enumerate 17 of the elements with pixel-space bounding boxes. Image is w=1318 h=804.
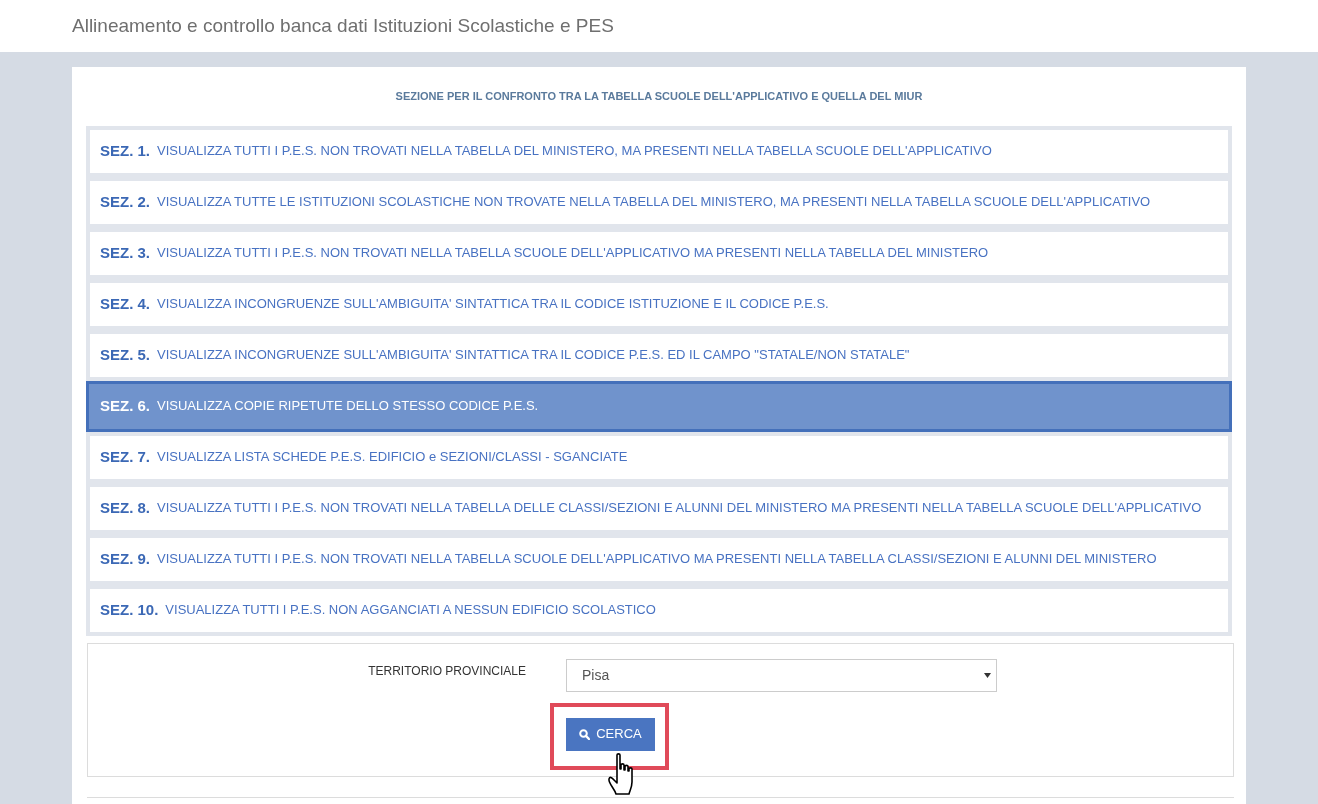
section-item[interactable]: SEZ. 9. VISUALIZZA TUTTI I P.E.S. NON TROVATI NELLA TABELLA SCUOLE DELL'APPLICATIVO MA PRESENTI NELLA TABELLA CLASSI/SEZIONI E ALUNNI DEL MINISTERO [90, 537, 1228, 581]
section-item[interactable]: SEZ. 6. VISUALIZZA COPIE RIPETUTE DELLO STESSO CODICE P.E.S. [86, 380, 1232, 432]
section-item[interactable]: SEZ. 3. VISUALIZZA TUTTI I P.E.S. NON TROVATI NELLA TABELLA SCUOLE DELL'APPLICATIVO MA PRESENTI NELLA TABELLA DEL MINISTERO [90, 231, 1228, 275]
section-item[interactable]: SEZ. 2. VISUALIZZA TUTTE LE ISTITUZIONI SCOLASTICHE NON TROVATE NELLA TABELLA DEL MINISTERO, MA PRESENTI NELLA TABELLA SCUOLE DELL'APPLICATIVO [90, 180, 1228, 224]
section-item[interactable]: SEZ. 10. VISUALIZZA TUTTI I P.E.S. NON AGGANCIATI A NESSUN EDIFICIO SCOLASTICO [90, 588, 1228, 632]
caret-icon [984, 672, 991, 678]
page-title: Allineamento e controllo banca dati Istituzioni Scolastiche e PES [72, 13, 614, 38]
search-icon [579, 728, 591, 740]
province-select[interactable]: Pisa [566, 658, 997, 692]
section-item[interactable]: SEZ. 4. VISUALIZZA INCONGRUENZE SULL'AMBIGUITA' SINTATTICA TRA IL CODICE ISTITUZIONE E IL CODICE P.E.S. [90, 282, 1228, 326]
field-label: TERRITORIO PROVINCIALE [368, 662, 526, 680]
section-item[interactable]: SEZ. 7. VISUALIZZA LISTA SCHEDE P.E.S. EDIFICIO e SEZIONI/CLASSI - SGANCIATE [90, 435, 1228, 479]
section-item[interactable]: SEZ. 5. VISUALIZZA INCONGRUENZE SULL'AMBIGUITA' SINTATTICA TRA IL CODICE P.E.S. ED IL CAMPO "STATALE/NON STATALE" [90, 333, 1228, 377]
search-button[interactable]: CERCA [566, 717, 655, 751]
panel-heading: SEZIONE PER IL CONFRONTO TRA LA TABELLA SCUOLE DELL'APPLICATIVO E QUELLA DEL MIUR [395, 89, 923, 104]
section-item[interactable]: SEZ. 1. VISUALIZZA TUTTI I P.E.S. NON TROVATI NELLA TABELLA DEL MINISTERO, MA PRESENTI NELLA TABELLA SCUOLE DELL'APPLICATIVO [90, 129, 1228, 173]
section-item[interactable]: SEZ. 8. VISUALIZZA TUTTI I P.E.S. NON TROVATI NELLA TABELLA DELLE CLASSI/SEZIONI E ALUNNI DEL MINISTERO MA PRESENTI NELLA TABELLA SCUOLE DELL'APPLICATIVO [90, 486, 1228, 530]
